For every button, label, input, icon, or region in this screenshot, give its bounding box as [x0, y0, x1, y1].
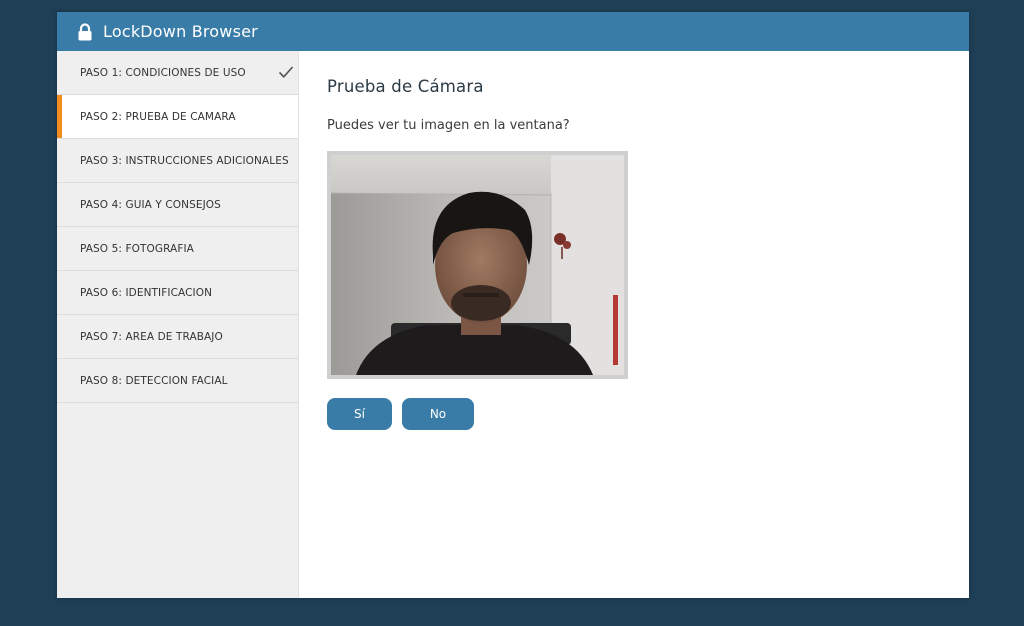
step-label: PASO 5: FOTOGRAFIA [80, 242, 194, 255]
sidebar-step-6[interactable]: PASO 6: IDENTIFICACION [57, 271, 298, 315]
sidebar-step-7[interactable]: PASO 7: AREA DE TRABAJO [57, 315, 298, 359]
sidebar-step-8[interactable]: PASO 8: DETECCION FACIAL [57, 359, 298, 403]
window-body: PASO 1: CONDICIONES DE USO PASO 2: PRUEB… [57, 51, 969, 598]
answer-buttons: Sí No [327, 398, 969, 430]
lock-icon [77, 22, 93, 41]
no-button[interactable]: No [402, 398, 474, 430]
main-content: Prueba de Cámara Puedes ver tu imagen en… [299, 51, 969, 598]
check-icon [278, 65, 294, 79]
step-label: PASO 6: IDENTIFICACION [80, 286, 213, 299]
step-label: PASO 4: GUIA Y CONSEJOS [80, 198, 221, 211]
camera-frame [327, 151, 628, 379]
title-bar: LockDown Browser [57, 12, 969, 51]
camera-preview [331, 155, 624, 375]
lockdown-browser-window: LockDown Browser PASO 1: CONDICIONES DE … [57, 12, 969, 598]
sidebar-step-3[interactable]: PASO 3: INSTRUCCIONES ADICIONALES [57, 139, 298, 183]
yes-button[interactable]: Sí [327, 398, 392, 430]
app-title: LockDown Browser [103, 22, 258, 41]
page-title: Prueba de Cámara [327, 77, 484, 96]
step-label: PASO 3: INSTRUCCIONES ADICIONALES [80, 154, 289, 167]
step-label: PASO 2: PRUEBA DE CAMARA [80, 110, 236, 123]
step-label: PASO 1: CONDICIONES DE USO [80, 66, 246, 79]
sidebar-step-4[interactable]: PASO 4: GUIA Y CONSEJOS [57, 183, 298, 227]
webcam-image [331, 155, 624, 375]
step-label: PASO 8: DETECCION FACIAL [80, 374, 228, 387]
steps-sidebar: PASO 1: CONDICIONES DE USO PASO 2: PRUEB… [57, 51, 299, 598]
sidebar-step-2[interactable]: PASO 2: PRUEBA DE CAMARA [57, 95, 298, 139]
step-label: PASO 7: AREA DE TRABAJO [80, 330, 223, 343]
sidebar-step-5[interactable]: PASO 5: FOTOGRAFIA [57, 227, 298, 271]
sidebar-step-1[interactable]: PASO 1: CONDICIONES DE USO [57, 51, 298, 95]
camera-question: Puedes ver tu imagen en la ventana? [327, 118, 570, 133]
